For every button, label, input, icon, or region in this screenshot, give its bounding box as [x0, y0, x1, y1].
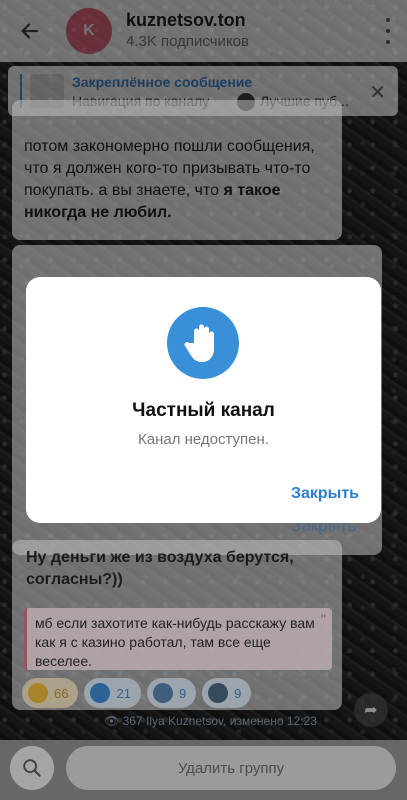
hand-stop-icon [167, 307, 239, 379]
dialog-title: Частный канал [132, 400, 275, 421]
close-button[interactable]: Закрыть [291, 485, 359, 503]
private-channel-dialog: Частный канал Канал недоступен. Закрыть [26, 277, 381, 523]
dialog-message: Канал недоступен. [138, 431, 269, 448]
